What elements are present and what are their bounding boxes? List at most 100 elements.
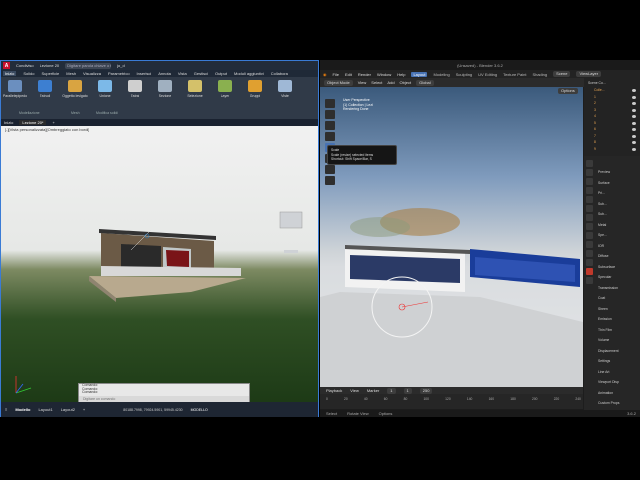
timeline-ruler[interactable]: 0 20 40 60 80 100 120 140 160 180 200 22… bbox=[326, 397, 581, 401]
ribbon-tab-inizio[interactable]: Inizio bbox=[3, 71, 17, 76]
properties-row[interactable]: IOR bbox=[598, 244, 604, 248]
outliner-item[interactable]: 6 bbox=[594, 127, 596, 131]
menu-window[interactable]: Window bbox=[377, 72, 391, 77]
properties-row[interactable]: Preview bbox=[598, 170, 610, 174]
ribbon-group-label[interactable]: Modellazione bbox=[19, 111, 40, 115]
properties-row[interactable]: Settings bbox=[598, 359, 610, 363]
ribbon-group-label[interactable]: Mesh bbox=[71, 111, 80, 115]
outliner-item[interactable]: 9 bbox=[594, 147, 596, 151]
properties-tab-icon[interactable] bbox=[586, 241, 593, 248]
ribbon-button[interactable]: Estrudi bbox=[35, 80, 55, 98]
visibility-eye-icon[interactable] bbox=[632, 134, 636, 138]
properties-row[interactable]: Spe... bbox=[598, 233, 607, 237]
outliner-item[interactable]: 8 bbox=[594, 140, 596, 144]
ribbon-button[interactable]: Estrai bbox=[125, 80, 145, 98]
cursor-tool-icon[interactable] bbox=[325, 110, 335, 119]
shared-tab[interactable]: Condiviso bbox=[16, 63, 34, 68]
menu-playback[interactable]: Playback bbox=[326, 388, 342, 393]
properties-row[interactable]: Emission bbox=[598, 317, 612, 321]
ribbon-group-label[interactable]: Modifica solidi bbox=[96, 111, 118, 115]
autocad-logo-icon[interactable]: A bbox=[3, 62, 10, 69]
menu-select[interactable]: Select bbox=[371, 80, 382, 85]
workspace-tab-layout[interactable]: Layout bbox=[411, 71, 428, 77]
options-button[interactable]: Options bbox=[558, 88, 578, 94]
properties-row[interactable]: Subsurface bbox=[598, 265, 615, 269]
object-mode-dropdown[interactable]: Object Mode bbox=[324, 79, 353, 86]
properties-tab-icon[interactable] bbox=[586, 223, 593, 230]
search-input[interactable]: Digitare parola chiave o frase bbox=[65, 62, 112, 69]
ribbon-button[interactable]: Unione bbox=[95, 80, 115, 98]
ribbon-tab[interactable]: Annota bbox=[158, 71, 171, 76]
menu-edit[interactable]: Edit bbox=[345, 72, 352, 77]
file-tab-start[interactable]: Inizio bbox=[4, 120, 13, 125]
workspace-tab[interactable]: Sculpting bbox=[456, 72, 472, 77]
move-tool-icon[interactable] bbox=[325, 121, 335, 130]
workspace-tab[interactable]: Modeling bbox=[433, 72, 449, 77]
properties-row[interactable]: Custom Props bbox=[598, 401, 619, 405]
new-tab-icon[interactable]: + bbox=[52, 120, 54, 125]
visibility-eye-icon[interactable] bbox=[632, 147, 636, 151]
ribbon-tab[interactable]: Output bbox=[215, 71, 227, 76]
properties-row[interactable]: Specular bbox=[598, 275, 611, 279]
menu-marker[interactable]: Marker bbox=[367, 388, 379, 393]
orientation-dropdown[interactable]: Global bbox=[416, 79, 434, 86]
ribbon-tab[interactable]: Vista bbox=[178, 71, 187, 76]
properties-row[interactable]: Transmission bbox=[598, 286, 618, 290]
properties-row[interactable]: Sheen bbox=[598, 307, 608, 311]
outliner-item[interactable]: 7 bbox=[594, 134, 596, 138]
ribbon-tab[interactable]: Moduli aggiuntivi bbox=[234, 71, 264, 76]
workspace-tab[interactable]: Shading bbox=[532, 72, 547, 77]
view-layer-selector[interactable]: ViewLayer bbox=[576, 71, 602, 77]
ribbon-button[interactable]: Oggetto levigato bbox=[62, 80, 88, 98]
properties-tab-icon[interactable] bbox=[586, 214, 593, 221]
outliner-header[interactable]: Scene Co... bbox=[588, 81, 606, 85]
properties-tab-icon[interactable] bbox=[586, 178, 593, 185]
menu-view[interactable]: View bbox=[358, 80, 367, 85]
add-layout-icon[interactable]: + bbox=[83, 407, 85, 412]
ribbon-tab[interactable]: Gestisci bbox=[194, 71, 208, 76]
scene-selector[interactable]: Scene bbox=[553, 71, 571, 77]
visibility-eye-icon[interactable] bbox=[632, 128, 636, 131]
ribbon-tab[interactable]: Inserisci bbox=[137, 71, 152, 76]
ribbon-button[interactable]: Parallelepipedo bbox=[3, 80, 27, 98]
outliner[interactable]: Scene Co... Colle... 1 2 3 4 5 6 7 8 9 bbox=[584, 78, 640, 156]
menu-timeline-view[interactable]: View bbox=[350, 388, 359, 393]
menu-file[interactable]: File bbox=[333, 72, 339, 77]
layout-tab[interactable]: Layout1 bbox=[38, 407, 52, 412]
properties-row[interactable]: Viewport Disp bbox=[598, 380, 619, 384]
ribbon-button[interactable]: Selezione bbox=[185, 80, 205, 98]
model-space-toggle[interactable]: MODELLO bbox=[191, 408, 208, 412]
outliner-item[interactable]: 5 bbox=[594, 121, 596, 125]
ribbon-button[interactable]: Gruppi bbox=[245, 80, 265, 98]
properties-row[interactable]: Line Art bbox=[598, 370, 610, 374]
visibility-eye-icon[interactable] bbox=[632, 89, 636, 92]
file-tab-current[interactable]: Lezione 20* bbox=[19, 120, 47, 125]
visibility-eye-icon[interactable] bbox=[632, 95, 636, 99]
workspace-tab[interactable]: Texture Paint bbox=[503, 72, 526, 77]
start-frame-field[interactable]: 1 bbox=[403, 387, 412, 394]
menu-help[interactable]: Help bbox=[397, 72, 405, 77]
ribbon-tab[interactable]: Superficie bbox=[41, 71, 59, 76]
outliner-item[interactable]: 3 bbox=[594, 108, 596, 112]
properties-tab-icon[interactable] bbox=[586, 268, 593, 275]
ribbon-tab[interactable]: Parametrico bbox=[108, 71, 130, 76]
outliner-item[interactable]: 1 bbox=[594, 95, 596, 99]
measure-tool-icon[interactable] bbox=[325, 176, 335, 185]
properties-row[interactable]: Animation bbox=[598, 391, 613, 395]
menu-add[interactable]: Add bbox=[387, 80, 394, 85]
visibility-eye-icon[interactable] bbox=[632, 115, 636, 118]
properties-row[interactable]: Thin Film bbox=[598, 328, 612, 332]
autocad-viewport[interactable]: [-][Vista personalizzata][Ombreggiato co… bbox=[1, 126, 318, 403]
document-tab[interactable]: Lezione 20 bbox=[40, 63, 60, 68]
properties-tab-icon[interactable] bbox=[586, 160, 593, 167]
properties-row[interactable]: Sub... bbox=[598, 212, 607, 216]
ribbon-tab[interactable]: Collabora bbox=[271, 71, 288, 76]
select-tool-icon[interactable] bbox=[325, 99, 335, 108]
layout-tab[interactable]: Layout2 bbox=[61, 407, 75, 412]
properties-row[interactable]: Diffuse bbox=[598, 254, 609, 258]
layout-menu-icon[interactable]: ≡ bbox=[5, 407, 7, 412]
outliner-item[interactable]: 2 bbox=[594, 101, 596, 105]
properties-tab-icon[interactable] bbox=[586, 250, 593, 257]
properties-tab-icon[interactable] bbox=[586, 232, 593, 239]
properties-row[interactable]: Surface bbox=[598, 181, 610, 185]
